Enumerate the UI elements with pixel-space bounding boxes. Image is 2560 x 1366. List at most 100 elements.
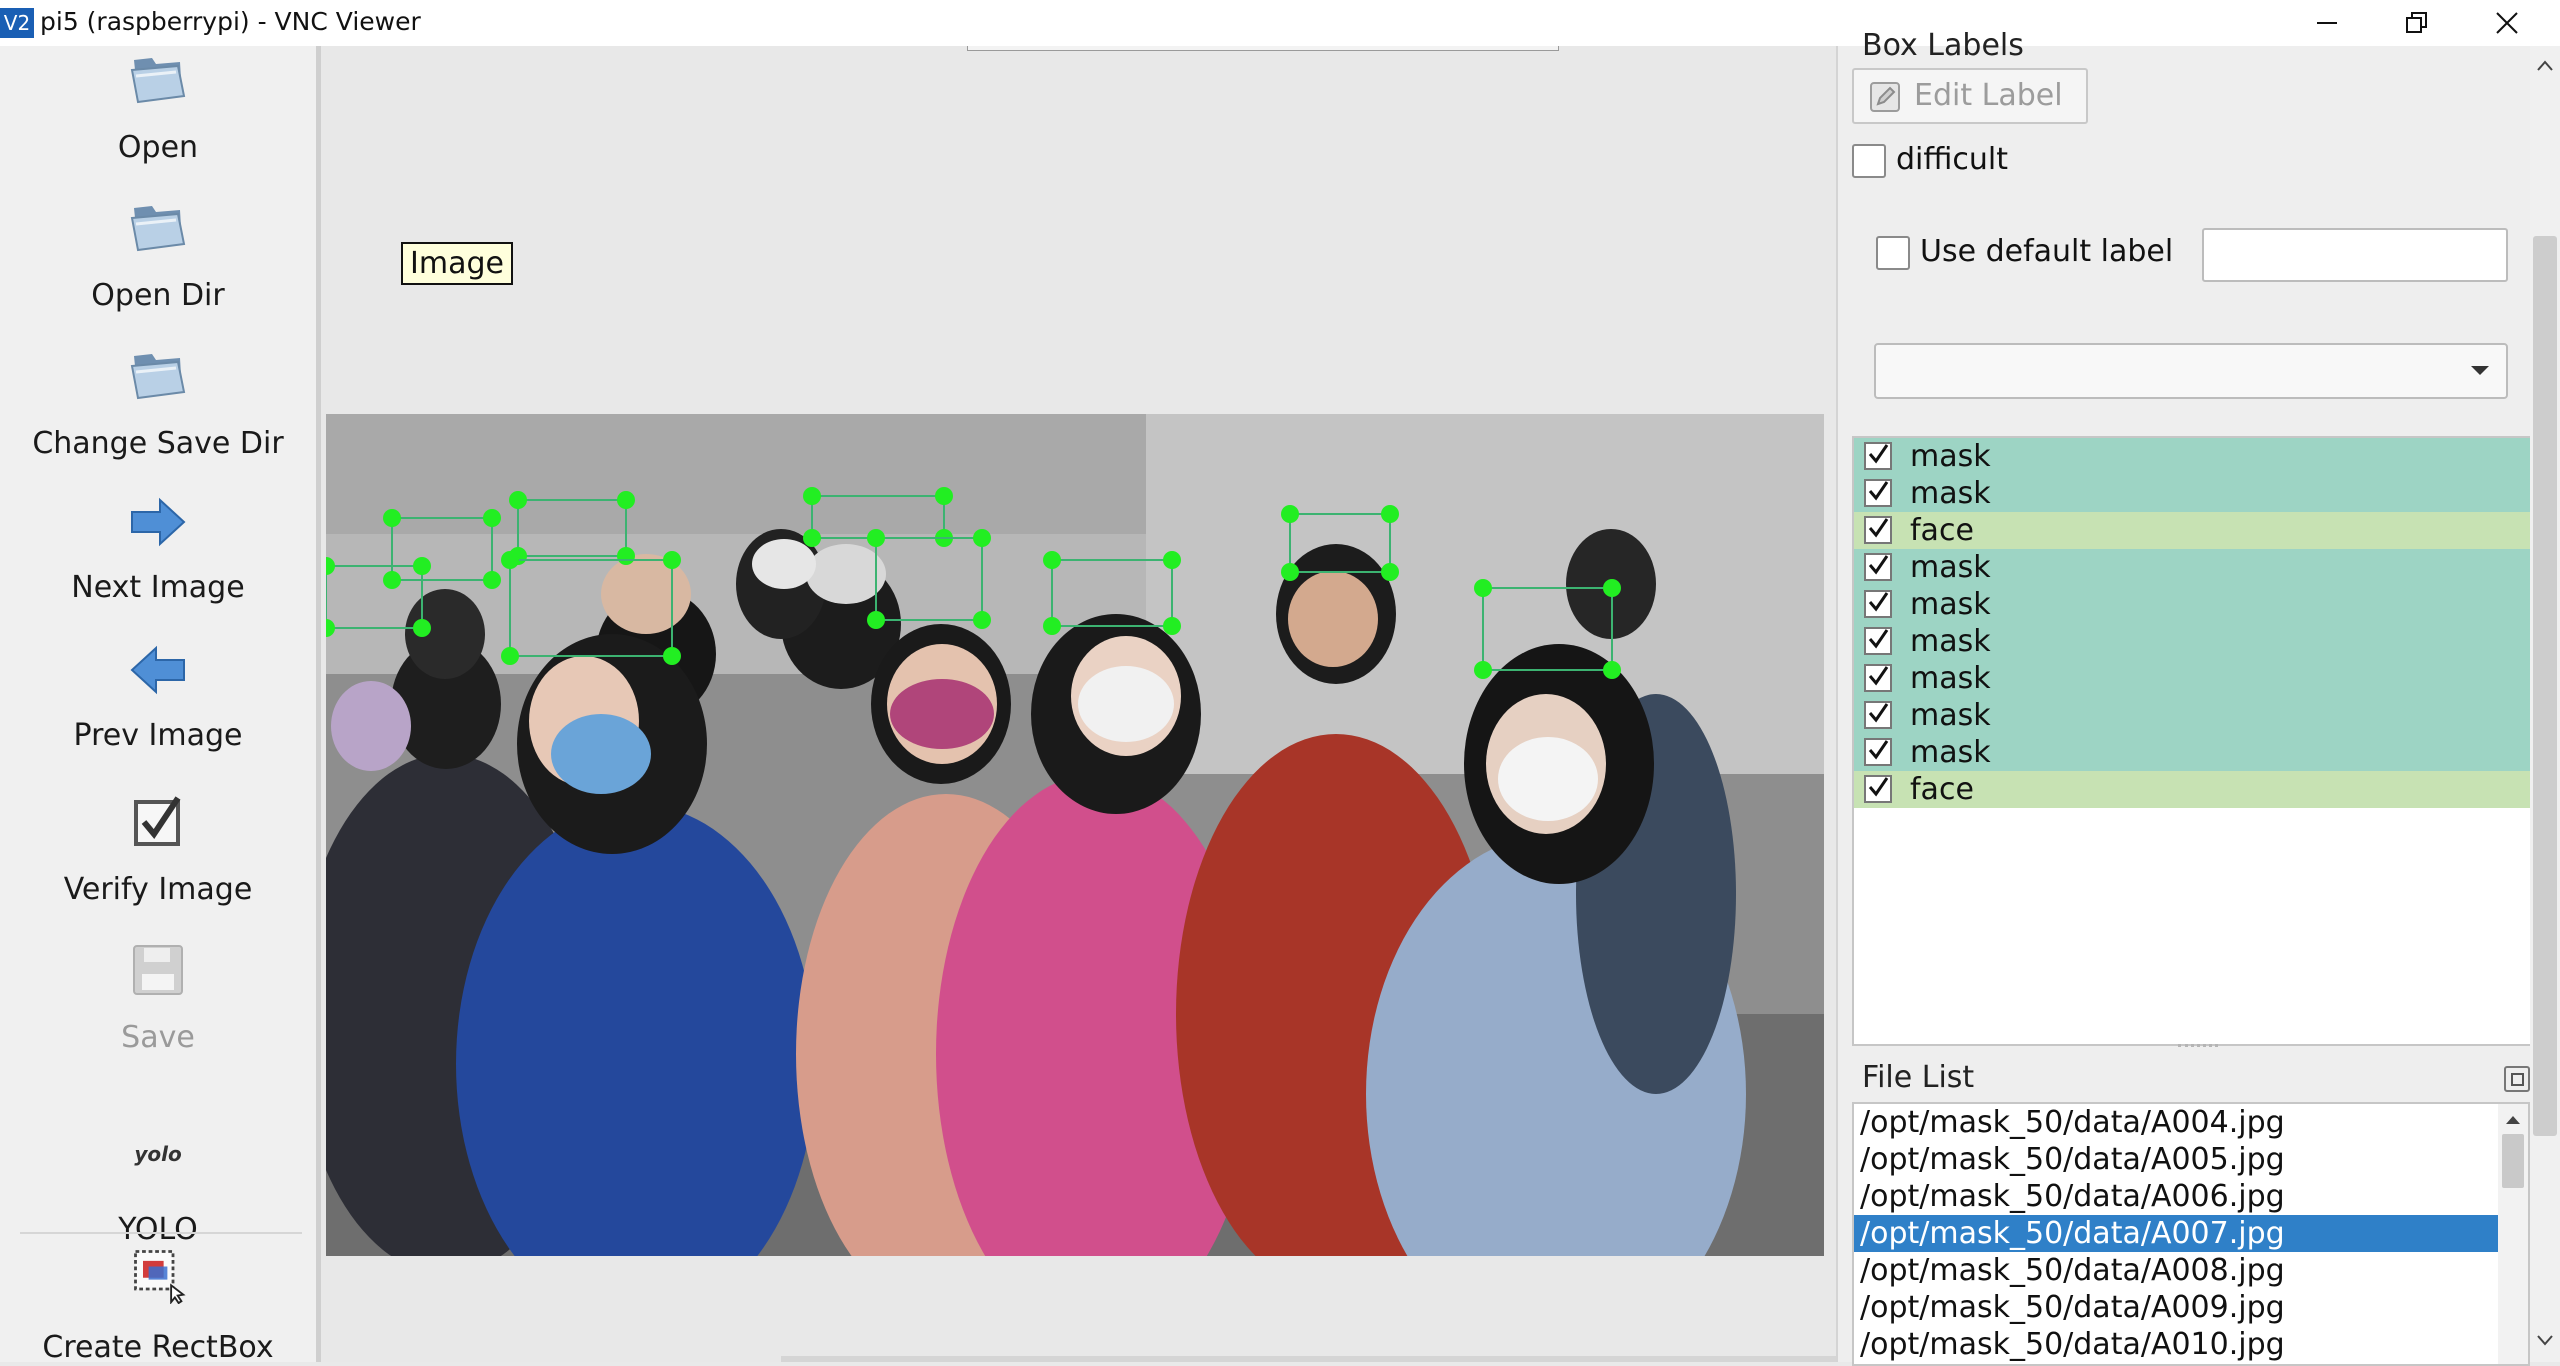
open-button[interactable]: Open — [0, 46, 316, 170]
label-visibility-checkbox[interactable] — [1864, 553, 1892, 581]
box-corner-handle[interactable] — [935, 487, 953, 505]
box-corner-handle[interactable] — [1603, 661, 1621, 679]
box-corner-handle[interactable] — [1281, 505, 1299, 523]
close-button[interactable] — [2462, 0, 2552, 46]
create-rectbox-button[interactable]: Create RectBox — [0, 1244, 316, 1365]
edit-label-button[interactable]: Edit Label — [1852, 68, 2088, 124]
label-combobox[interactable] — [1874, 343, 2508, 399]
dock-splitter[interactable] — [2178, 1044, 2218, 1051]
file-list-item[interactable]: /opt/mask_50/data/A004.jpg — [1854, 1104, 2500, 1141]
file-list-item[interactable]: /opt/mask_50/data/A009.jpg — [1854, 1289, 2500, 1326]
box-corner-handle[interactable] — [973, 529, 991, 547]
box-corner-handle[interactable] — [617, 491, 635, 509]
box-corner-handle[interactable] — [1381, 563, 1399, 581]
label-visibility-checkbox[interactable] — [1864, 627, 1892, 655]
label-visibility-checkbox[interactable] — [1864, 479, 1892, 507]
box-corner-handle[interactable] — [501, 647, 519, 665]
label-visibility-checkbox[interactable] — [1864, 590, 1892, 618]
label-visibility-checkbox[interactable] — [1864, 664, 1892, 692]
box-corner-handle[interactable] — [483, 509, 501, 527]
box-corner-handle[interactable] — [663, 551, 681, 569]
dock-scroll-thumb[interactable] — [2533, 236, 2557, 1136]
label-visibility-checkbox[interactable] — [1864, 516, 1892, 544]
box-corner-handle[interactable] — [663, 647, 681, 665]
difficult-checkbox[interactable] — [1852, 144, 1886, 178]
scroll-up-icon[interactable] — [2530, 54, 2560, 78]
dock-scrollbar[interactable] — [2530, 46, 2560, 1362]
label-list-item[interactable]: mask — [1854, 475, 2544, 512]
bounding-box[interactable] — [509, 559, 673, 657]
box-corner-handle[interactable] — [326, 619, 335, 637]
bounding-box[interactable] — [1051, 559, 1173, 627]
change-save-dir-button[interactable]: Change Save Dir — [0, 342, 316, 466]
label-list-item[interactable]: mask — [1854, 623, 2544, 660]
box-corner-handle[interactable] — [1381, 505, 1399, 523]
annotated-image[interactable] — [326, 414, 1824, 1256]
file-list-item[interactable]: /opt/mask_50/data/A006.jpg — [1854, 1178, 2500, 1215]
box-corner-handle[interactable] — [803, 487, 821, 505]
next-image-button[interactable]: Next Image — [0, 490, 316, 620]
bounding-box[interactable] — [391, 517, 493, 581]
box-corner-handle[interactable] — [413, 619, 431, 637]
dock-float-button[interactable] — [2504, 1066, 2530, 1092]
prev-image-button[interactable]: Prev Image — [0, 638, 316, 768]
label-list-item[interactable]: face — [1854, 771, 2544, 808]
box-corner-handle[interactable] — [501, 551, 519, 569]
horizontal-scrollbar-stub[interactable] — [967, 46, 1559, 51]
label-visibility-checkbox[interactable] — [1864, 442, 1892, 470]
label-list[interactable]: mask mask face mask mask mask mask mask mask face — [1852, 436, 2546, 1046]
box-corner-handle[interactable] — [1474, 579, 1492, 597]
box-corner-handle[interactable] — [1043, 617, 1061, 635]
box-corner-handle[interactable] — [326, 557, 335, 575]
file-list-item[interactable]: /opt/mask_50/data/A008.jpg — [1854, 1252, 2500, 1289]
bounding-box-overlay[interactable] — [326, 414, 1824, 1256]
box-corner-handle[interactable] — [1163, 617, 1181, 635]
use-default-label-checkbox[interactable] — [1876, 236, 1910, 270]
file-list-item[interactable]: /opt/mask_50/data/A005.jpg — [1854, 1141, 2500, 1178]
box-corner-handle[interactable] — [1281, 563, 1299, 581]
box-corner-handle[interactable] — [383, 509, 401, 527]
minimize-button[interactable] — [2282, 0, 2372, 46]
box-corner-handle[interactable] — [1603, 579, 1621, 597]
bounding-box[interactable] — [517, 499, 627, 557]
open-dir-button[interactable]: Open Dir — [0, 194, 316, 318]
bounding-box[interactable] — [875, 537, 983, 621]
scroll-down-icon[interactable] — [2530, 1328, 2560, 1352]
scroll-up-icon[interactable] — [2498, 1108, 2528, 1132]
yolo-button[interactable]: yolo YOLO — [0, 1090, 316, 1247]
box-corner-handle[interactable] — [1163, 551, 1181, 569]
label-list-item[interactable]: mask — [1854, 438, 2544, 475]
file-list[interactable]: /opt/mask_50/data/A004.jpg/opt/mask_50/d… — [1852, 1102, 2502, 1366]
box-corner-handle[interactable] — [617, 547, 635, 565]
horizontal-scrollbar[interactable] — [781, 1356, 1981, 1362]
box-corner-handle[interactable] — [1474, 661, 1492, 679]
label-visibility-checkbox[interactable] — [1864, 775, 1892, 803]
verify-image-button[interactable]: Verify Image — [0, 790, 316, 920]
bounding-box[interactable] — [1289, 513, 1391, 573]
box-corner-handle[interactable] — [973, 611, 991, 629]
label-list-item[interactable]: mask — [1854, 697, 2544, 734]
box-corner-handle[interactable] — [867, 529, 885, 547]
label-list-item[interactable]: mask — [1854, 549, 2544, 586]
box-corner-handle[interactable] — [483, 571, 501, 589]
bounding-box[interactable] — [1482, 587, 1613, 671]
label-list-item[interactable]: mask — [1854, 586, 2544, 623]
label-list-item[interactable]: mask — [1854, 734, 2544, 771]
box-corner-handle[interactable] — [413, 557, 431, 575]
label-visibility-checkbox[interactable] — [1864, 738, 1892, 766]
restore-button[interactable] — [2372, 0, 2462, 46]
box-corner-handle[interactable] — [509, 491, 527, 509]
box-corner-handle[interactable] — [383, 571, 401, 589]
box-corner-handle[interactable] — [1043, 551, 1061, 569]
file-list-scroll-thumb[interactable] — [2502, 1134, 2524, 1188]
label-visibility-checkbox[interactable] — [1864, 701, 1892, 729]
bounding-box[interactable] — [326, 565, 423, 629]
label-list-item[interactable]: mask — [1854, 660, 2544, 697]
save-button[interactable]: Save — [0, 938, 316, 1068]
default-label-input[interactable] — [2202, 228, 2508, 282]
file-list-item[interactable]: /opt/mask_50/data/A010.jpg — [1854, 1326, 2500, 1363]
file-list-item[interactable]: /opt/mask_50/data/A007.jpg — [1854, 1215, 2500, 1252]
label-list-item[interactable]: face — [1854, 512, 2544, 549]
file-list-scrollbar[interactable] — [2498, 1102, 2530, 1366]
box-corner-handle[interactable] — [867, 611, 885, 629]
